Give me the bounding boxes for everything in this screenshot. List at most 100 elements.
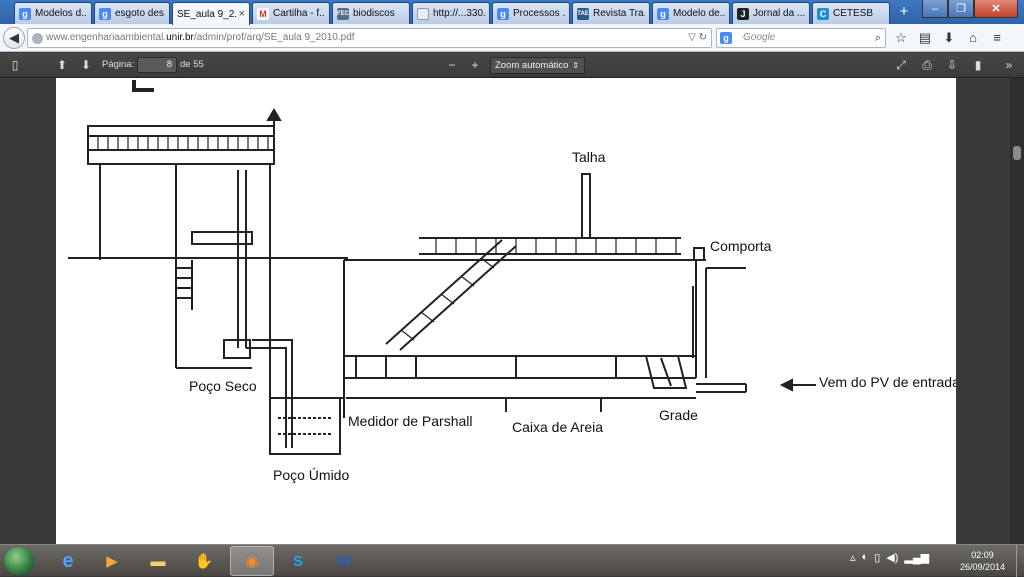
back-button[interactable]: ◀	[3, 27, 25, 49]
vertical-scrollbar[interactable]	[1010, 78, 1024, 544]
tab-label: Cartilha - f...	[273, 8, 325, 19]
show-desktop-button[interactable]	[1016, 545, 1024, 577]
new-tab-button[interactable]: +	[895, 4, 913, 22]
tab-processos[interactable]: g Processos ...	[492, 2, 570, 24]
tab-se-aula[interactable]: SE_aula 9_2... ×	[172, 2, 250, 25]
close-window-button[interactable]: ✕	[974, 0, 1018, 18]
search-icon[interactable]: ⌕	[875, 29, 881, 47]
search-input[interactable]: g Google ⌕	[716, 28, 886, 48]
page-label: Página:	[102, 59, 135, 70]
zoom-in-icon[interactable]: +	[466, 56, 484, 74]
volume-icon[interactable]: ◀)	[886, 551, 898, 564]
previous-page-icon[interactable]: ⬆	[53, 56, 71, 74]
google-icon: g	[497, 7, 509, 20]
next-page-icon[interactable]: ⬇	[77, 56, 95, 74]
google-icon: g	[657, 7, 669, 20]
tab-label: Revista Tra...	[593, 8, 645, 19]
tab-jornal[interactable]: J Jornal da ...	[732, 2, 810, 24]
scrollbar-thumb[interactable]	[1013, 146, 1021, 160]
clock[interactable]: 02:09 26/09/2014	[955, 549, 1010, 573]
save-icon[interactable]: ⇩	[943, 56, 961, 74]
tab-cartilha[interactable]: M Cartilha - f...	[252, 2, 330, 24]
label-comporta: Comporta	[710, 238, 772, 254]
menu-icon[interactable]: ≡	[988, 29, 1006, 47]
system-tray: ▵ ◐ ▯ ◀) ▂▄▆	[850, 551, 929, 564]
tab-biodiscos[interactable]: FEC biodiscos	[332, 2, 410, 24]
blank-page-icon	[417, 7, 429, 20]
pdf-page: Talha Comporta Poço Seco Poço Úmido Medi…	[56, 78, 956, 544]
url-bar[interactable]: www.engenhariaambiental.unir.br/admin/pr…	[27, 28, 712, 48]
sidebar-toggle-icon[interactable]: ▯	[6, 56, 24, 74]
media-player-icon[interactable]: ▶	[90, 546, 134, 576]
url-domain: unir.br	[166, 32, 194, 43]
google-icon: g	[19, 7, 31, 20]
media-center-icon[interactable]: ✋	[182, 546, 226, 576]
internet-explorer-icon[interactable]: e	[46, 546, 90, 576]
tab-strip: g Modelos d... g esgoto des... SE_aula 9…	[0, 0, 1024, 25]
window-controls: – ❐ ✕	[922, 0, 1018, 18]
google-icon: g	[99, 7, 111, 20]
maximize-button[interactable]: ❐	[948, 0, 974, 18]
tab-label: CETESB	[833, 8, 874, 19]
skype-icon[interactable]: S	[276, 546, 320, 576]
file-explorer-icon[interactable]: ▬	[136, 546, 180, 576]
tray-device-icon[interactable]: ▯	[874, 551, 880, 564]
home-icon[interactable]: ⌂	[964, 29, 982, 47]
tab-label: Modelos d...	[35, 8, 87, 19]
tab-label: Processos ...	[513, 8, 565, 19]
label-medidor-parshall: Medidor de Parshall	[348, 413, 473, 429]
label-poco-seco: Poço Seco	[189, 378, 257, 394]
print-icon[interactable]: ⎙	[918, 56, 936, 74]
label-caixa-areia: Caixa de Areia	[512, 419, 603, 435]
close-tab-icon[interactable]: ×	[239, 8, 245, 20]
tab-esgoto[interactable]: g esgoto des...	[94, 2, 170, 24]
zoom-select[interactable]: Zoom automático ⇕	[490, 57, 585, 74]
navigation-bar: ◀ www.engenhariaambiental.unir.br/admin/…	[0, 24, 1024, 52]
tab-modelos[interactable]: g Modelos d...	[14, 2, 92, 24]
url-path: /admin/prof/arq/SE_aula 9_2010.pdf	[193, 32, 355, 43]
search-placeholder: Google	[743, 32, 776, 43]
pdf-viewer[interactable]: Talha Comporta Poço Seco Poço Úmido Medi…	[0, 78, 1024, 544]
tae-icon: TAE	[577, 7, 589, 20]
fec-icon: FEC	[337, 7, 349, 20]
tab-cetesb[interactable]: C CETESB	[812, 2, 890, 24]
bookmark-star-icon[interactable]: ☆	[892, 29, 910, 47]
start-button[interactable]	[4, 547, 34, 575]
taskbar: e ▶ ▬ ✋ ◉ S W ▵ ◐ ▯ ◀) ▂▄▆ 02:09 26/09/2…	[0, 544, 1024, 577]
tab-label: Modelo de...	[673, 8, 725, 19]
pdf-toolbar: ▯ ⬆ ⬇ Página: 8 de 55 − + Zoom automátic…	[0, 53, 1024, 78]
tray-app-icon[interactable]: ◐	[862, 551, 869, 564]
network-icon[interactable]: ▂▄▆	[904, 551, 929, 564]
label-grade: Grade	[659, 407, 698, 423]
minimize-button[interactable]: –	[922, 0, 948, 18]
select-arrow-icon: ⇕	[572, 61, 579, 70]
dropdown-arrow-icon[interactable]: ▽	[688, 32, 696, 43]
clock-time: 02:09	[971, 550, 994, 560]
label-vem-pv: Vem do PV de entrada	[819, 374, 956, 390]
url-prefix: www.engenhariaambiental.	[46, 32, 167, 43]
tray-arrow-icon[interactable]: ▵	[850, 551, 856, 564]
tab-modelo-de[interactable]: g Modelo de...	[652, 2, 730, 24]
reload-icon[interactable]: ↻	[699, 32, 707, 43]
word-icon[interactable]: W	[322, 546, 366, 576]
cetesb-icon: C	[817, 7, 829, 20]
bookmarks-list-icon[interactable]: ▤	[916, 29, 934, 47]
zoom-value: Zoom automático	[495, 60, 569, 71]
fullscreen-icon[interactable]: ⤢	[892, 56, 910, 74]
globe-icon	[32, 33, 43, 44]
page-number-input[interactable]: 8	[137, 57, 177, 73]
zoom-out-icon[interactable]: −	[443, 56, 461, 74]
bookmark-icon[interactable]: ▮	[969, 56, 987, 74]
firefox-icon[interactable]: ◉	[230, 546, 274, 576]
jornal-icon: J	[737, 7, 749, 20]
tools-icon[interactable]: »	[1000, 56, 1018, 74]
tab-http[interactable]: http://...330.htm	[412, 2, 490, 24]
google-icon: g	[720, 32, 732, 44]
label-talha: Talha	[572, 149, 606, 165]
tab-label: esgoto des...	[115, 8, 165, 19]
tab-revista[interactable]: TAE Revista Tra...	[572, 2, 650, 24]
download-icon[interactable]: ⬇	[940, 29, 958, 47]
nav-toolbar: ☆ ▤ ⬇ ⌂ ≡	[892, 29, 1006, 47]
clock-date: 26/09/2014	[959, 562, 1006, 572]
tab-label: SE_aula 9_2...	[177, 8, 237, 20]
